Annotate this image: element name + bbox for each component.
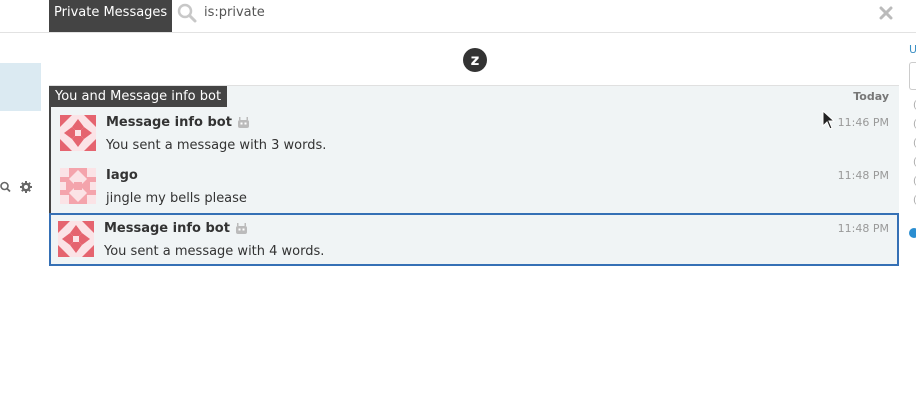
message-row[interactable]: Message info bot You sent a message with… [49,107,899,160]
message-row-selected[interactable]: Message info bot You sent a message with… [49,213,899,266]
search-icon[interactable] [176,2,198,24]
bot-icon [237,117,250,128]
avatar[interactable] [58,221,94,257]
right-sidebar-label: U [909,43,916,56]
date-label: Today [853,90,889,103]
avatar[interactable] [60,115,96,151]
sender-name[interactable]: Iago [106,168,138,183]
bot-icon [235,223,248,234]
recipient-bar: You and Message info bot Today [49,85,899,108]
search-bar: Private Messages [0,0,916,33]
sender-name[interactable]: Message info bot [104,221,248,236]
message-time[interactable]: 11:48 PM [838,222,889,235]
message-content: You sent a message with 4 words. [104,244,325,259]
avatar[interactable] [60,168,96,204]
message-list: Message info bot You sent a message with… [49,107,899,266]
message-row[interactable]: Iago jingle my bells please 11:48 PM [49,160,899,213]
mouse-cursor-icon [822,109,836,130]
close-icon[interactable] [877,4,895,22]
sidebar-selected-item[interactable] [0,63,41,111]
narrow-label[interactable]: Private Messages [49,0,173,32]
message-time[interactable]: 11:46 PM [838,116,889,129]
message-content: You sent a message with 3 words. [106,138,327,153]
gear-icon[interactable] [19,179,33,193]
message-time[interactable]: 11:48 PM [838,169,889,182]
search-input[interactable] [204,0,844,26]
recipient-label[interactable]: You and Message info bot [49,86,228,108]
presence-dot-icon [909,228,916,238]
search-icon[interactable] [0,179,12,193]
sender-name[interactable]: Message info bot [106,115,250,130]
message-content: jingle my bells please [106,191,247,206]
right-sidebar-input[interactable] [909,62,916,90]
zulip-logo-icon: z [463,48,487,72]
